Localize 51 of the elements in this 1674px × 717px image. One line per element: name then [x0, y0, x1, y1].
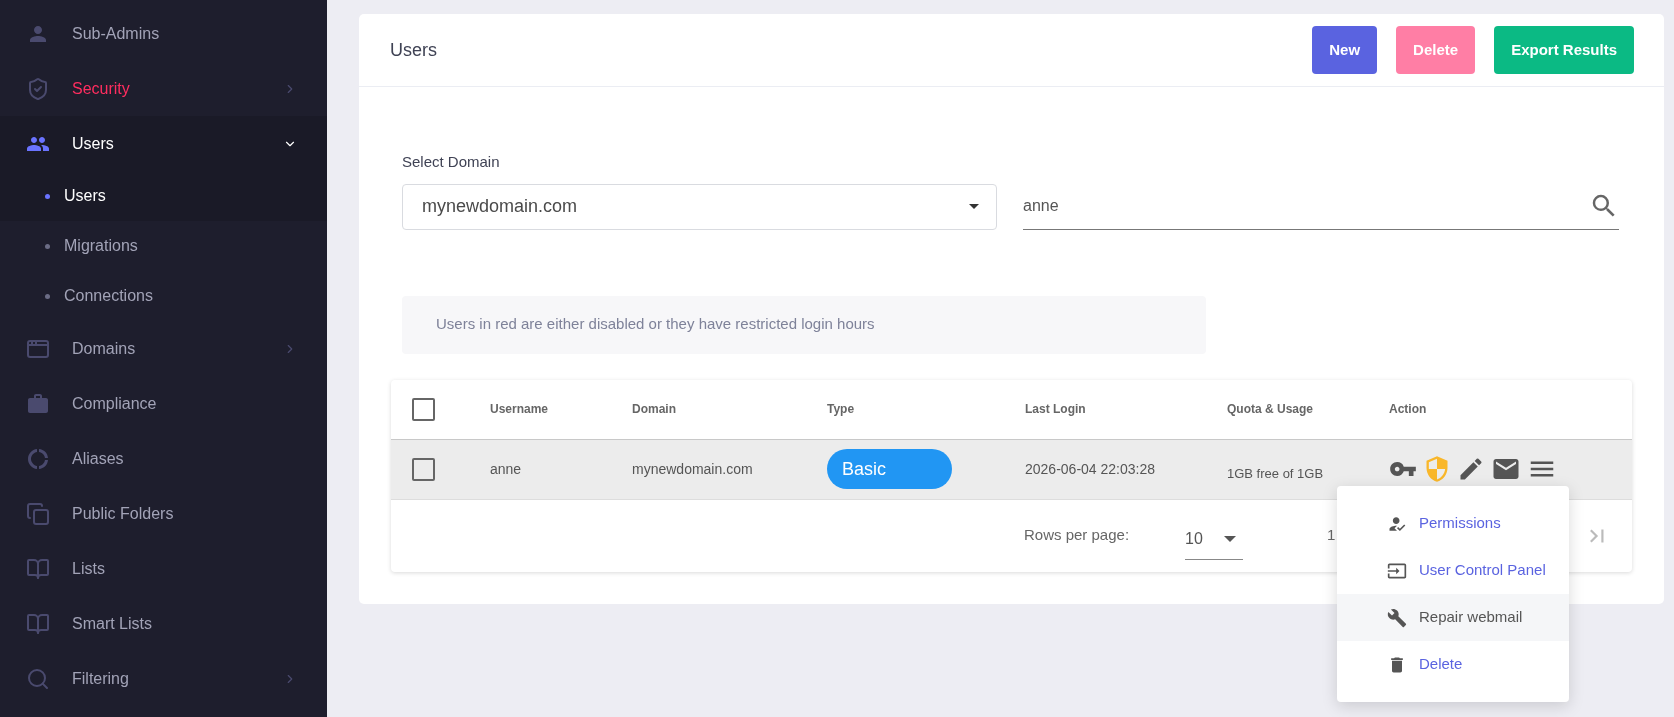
search-icon: [26, 666, 50, 691]
caret-icon: [1224, 536, 1237, 542]
table-cell-text: 1GB free of 1GB: [1227, 465, 1324, 484]
page-title: Users: [390, 38, 438, 62]
briefcase-icon: [26, 391, 50, 416]
wrench-icon: [1387, 607, 1407, 628]
column-header: Action: [1389, 401, 1428, 418]
menu-item[interactable]: Repair webmail: [1337, 594, 1569, 641]
stacked-windows-icon: [26, 501, 50, 526]
sidebar-item[interactable]: Security: [0, 61, 327, 116]
rows-per-page-select[interactable]: 10: [1185, 519, 1244, 560]
donut-icon: [26, 446, 50, 471]
field-label: Select Domain: [402, 152, 500, 172]
domain-select[interactable]: mynewdomain.com: [402, 183, 997, 230]
column-header: Quota & Usage: [1227, 401, 1314, 418]
table-cell-text: 2026-06-04 22:03:28: [1025, 459, 1155, 479]
sidebar-item[interactable]: Filtering: [0, 651, 327, 706]
column-header: Domain: [632, 401, 677, 418]
checkbox[interactable]: [412, 457, 435, 481]
sidebar-subitem[interactable]: Migrations: [0, 221, 327, 271]
menu-item[interactable]: User Control Panel: [1337, 547, 1569, 594]
search-field[interactable]: anne: [1023, 183, 1619, 230]
book-icon: [26, 611, 50, 636]
type-badge: Basic: [827, 449, 952, 489]
rows-per-page-label: Rows per page:: [1024, 525, 1130, 546]
bullet-icon: [45, 293, 50, 299]
sidebar-subitem[interactable]: Connections: [0, 271, 327, 321]
bullet-icon: [45, 243, 50, 249]
sidebar-item[interactable]: Public Folders: [0, 486, 327, 541]
sidebar-item[interactable]: Smart Lists: [0, 596, 327, 651]
sidebar-item[interactable]: Lists: [0, 541, 327, 596]
bullet-icon: [45, 193, 50, 199]
caret-icon: [969, 204, 979, 209]
sidebar-item[interactable]: Sub-Admins: [0, 6, 327, 61]
sidebar-item[interactable]: Users: [0, 116, 327, 171]
book-icon: [26, 556, 50, 581]
menu-item[interactable]: Permissions: [1337, 500, 1569, 547]
column-header: Type: [827, 401, 856, 418]
shield-icon: [26, 76, 50, 101]
sidebar-item[interactable]: Compliance: [0, 376, 327, 431]
sidebar-item[interactable]: Domains: [0, 321, 327, 376]
notice-text: Users in red are either disabled or they have restricted login hours: [436, 314, 875, 335]
menu-item[interactable]: Delete: [1337, 641, 1569, 688]
sidebar-item[interactable]: Aliases: [0, 431, 327, 486]
page-info: 1: [1327, 525, 1337, 546]
column-header: Username: [490, 401, 550, 418]
checkbox[interactable]: [412, 397, 435, 421]
action-button[interactable]: New: [1312, 26, 1378, 74]
column-header: Last Login: [1025, 401, 1087, 418]
table-cell-text: anne: [490, 459, 522, 479]
table-cell-text: mynewdomain.com: [632, 459, 753, 479]
